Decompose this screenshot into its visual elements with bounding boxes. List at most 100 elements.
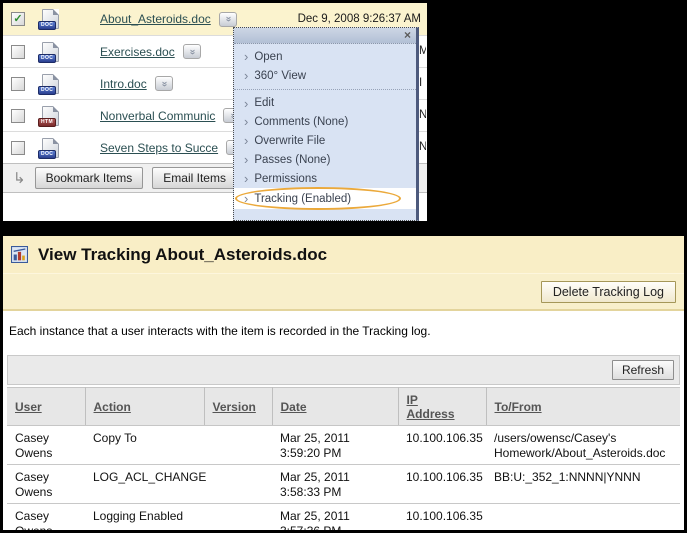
file-link-nonverbal[interactable]: Nonverbal Communic [100, 109, 215, 123]
menu-item-overwrite-file[interactable]: › Overwrite File [234, 131, 416, 150]
menu-item-permissions[interactable]: › Permissions [234, 169, 416, 188]
page-title-bar: View Tracking About_Asteroids.doc [3, 236, 684, 273]
row-checkbox[interactable] [11, 141, 25, 155]
chevron-right-icon: › [244, 69, 248, 82]
doc-file-icon: DOC [42, 9, 59, 29]
chevron-right-icon: › [244, 97, 248, 110]
file-link-seven-steps[interactable]: Seven Steps to Succe [100, 141, 218, 155]
cell-date: Mar 25, 20113:57:36 PM [272, 504, 398, 531]
row-checkbox[interactable] [11, 45, 25, 59]
tracking-log-table: User Action Version Date IP Address To/F… [7, 387, 680, 530]
checkmark-icon: ✓ [13, 14, 22, 25]
delete-tracking-log-button[interactable]: Delete Tracking Log [541, 281, 676, 303]
table-header-row: User Action Version Date IP Address To/F… [7, 388, 680, 426]
chevron-down-icon[interactable]: » [183, 44, 201, 59]
cell-version [204, 504, 272, 531]
menu-item-360-view[interactable]: › 360° View [234, 66, 416, 85]
row-checkbox[interactable] [11, 77, 25, 91]
column-header-user: User [7, 388, 85, 426]
row-checkbox[interactable] [11, 109, 25, 123]
page-title: View Tracking About_Asteroids.doc [38, 245, 327, 265]
refresh-button[interactable]: Refresh [612, 360, 674, 380]
page-description: Each instance that a user interacts with… [3, 311, 684, 347]
cell-ip: 10.100.106.35 [398, 465, 486, 504]
column-header-version: Version [204, 388, 272, 426]
cell-tofrom: BB:U:_352_1:NNNN|YNNN [486, 465, 680, 504]
chevron-right-icon: › [244, 50, 248, 63]
clipped-date-fragment: N [419, 109, 426, 121]
apply-to-selected-arrow-icon: ↳ [13, 171, 26, 186]
close-icon[interactable]: × [404, 28, 411, 43]
cell-tofrom: /users/owensc/Casey's Homework/About_Ast… [486, 426, 680, 465]
menu-item-comments[interactable]: › Comments (None) [234, 112, 416, 131]
cell-action: Copy To [85, 426, 204, 465]
chevron-down-icon[interactable]: » [155, 76, 173, 91]
clipped-date-fragment: I [419, 77, 426, 89]
menu-item-edit[interactable]: › Edit [234, 89, 416, 112]
file-link-intro[interactable]: Intro.doc [100, 77, 147, 91]
cell-user: Casey Owens [7, 504, 85, 531]
doc-file-icon: DOC [42, 42, 59, 62]
cell-action: Logging Enabled [85, 504, 204, 531]
column-header-action: Action [85, 388, 204, 426]
sort-link[interactable]: Date [281, 400, 307, 414]
context-menu-header[interactable]: × [234, 28, 416, 44]
file-link-exercises[interactable]: Exercises.doc [100, 45, 175, 59]
cell-ip: 10.100.106.35 [398, 504, 486, 531]
cell-user: Casey Owens [7, 465, 85, 504]
doc-badge: DOC [38, 21, 56, 30]
screenshot-canvas: ✓ DOC About_Asteroids.doc » Dec 9, 2008 … [0, 0, 687, 533]
page-action-bar: Delete Tracking Log [3, 273, 684, 311]
email-items-button[interactable]: Email Items [152, 167, 237, 189]
view-tracking-panel: View Tracking About_Asteroids.doc Delete… [3, 236, 684, 530]
item-context-menu: × › Open › 360° View › Edit › Comments (… [233, 27, 419, 221]
chevron-right-icon: › [244, 172, 248, 185]
doc-badge: DOC [38, 86, 56, 95]
doc-file-icon: DOC [42, 74, 59, 94]
menu-item-passes[interactable]: › Passes (None) [234, 150, 416, 169]
sort-link[interactable]: To/From [495, 400, 542, 414]
context-menu-body: › Open › 360° View › Edit › Comments (No… [234, 44, 416, 209]
table-row: Casey Owens Copy To Mar 25, 20113:59:20 … [7, 426, 680, 465]
chevron-right-icon: › [244, 134, 248, 147]
column-header-ip-address: IP Address [398, 388, 486, 426]
doc-file-icon: DOC [42, 138, 59, 158]
column-header-to-from: To/From [486, 388, 680, 426]
chevron-down-icon[interactable]: » [219, 12, 237, 27]
row-checkbox-checked[interactable]: ✓ [11, 12, 25, 26]
sort-link[interactable]: Version [213, 400, 256, 414]
chevron-right-icon: › [244, 192, 248, 205]
chevron-right-icon: › [244, 153, 248, 166]
cell-date: Mar 25, 20113:58:33 PM [272, 465, 398, 504]
cell-tofrom [486, 504, 680, 531]
menu-item-label: Overwrite File [254, 135, 325, 147]
bookmark-items-button[interactable]: Bookmark Items [35, 167, 144, 189]
chevron-right-icon: › [244, 115, 248, 128]
file-link-about-asteroids[interactable]: About_Asteroids.doc [100, 12, 211, 26]
doc-badge: DOC [38, 54, 56, 63]
menu-item-open[interactable]: › Open [234, 47, 416, 66]
cell-version [204, 426, 272, 465]
menu-item-label: Passes (None) [254, 154, 330, 166]
column-header-date: Date [272, 388, 398, 426]
sort-link[interactable]: IP Address [407, 393, 461, 421]
menu-item-label: Comments (None) [254, 116, 348, 128]
cell-ip: 10.100.106.35 [398, 426, 486, 465]
menu-item-label: Tracking (Enabled) [254, 193, 351, 205]
clipped-date-fragment: M [419, 45, 426, 57]
sort-link[interactable]: User [15, 400, 42, 414]
menu-item-tracking[interactable]: › Tracking (Enabled) [234, 188, 416, 209]
table-row: Casey Owens LOG_ACL_CHANGE Mar 25, 20113… [7, 465, 680, 504]
htm-badge: HTM [38, 118, 56, 127]
menu-item-label: Edit [254, 97, 274, 109]
clipped-date-fragment: N [419, 141, 426, 153]
table-row: Casey Owens Logging Enabled Mar 25, 2011… [7, 504, 680, 531]
htm-file-icon: HTM [42, 106, 59, 126]
cell-action: LOG_ACL_CHANGE [85, 465, 204, 504]
file-date: Dec 9, 2008 9:26:37 AM [298, 13, 421, 25]
sort-link[interactable]: Action [94, 400, 131, 414]
menu-item-label: 360° View [254, 70, 306, 82]
refresh-bar: Refresh [7, 355, 680, 385]
menu-item-label: Permissions [254, 173, 317, 185]
cell-user: Casey Owens [7, 426, 85, 465]
